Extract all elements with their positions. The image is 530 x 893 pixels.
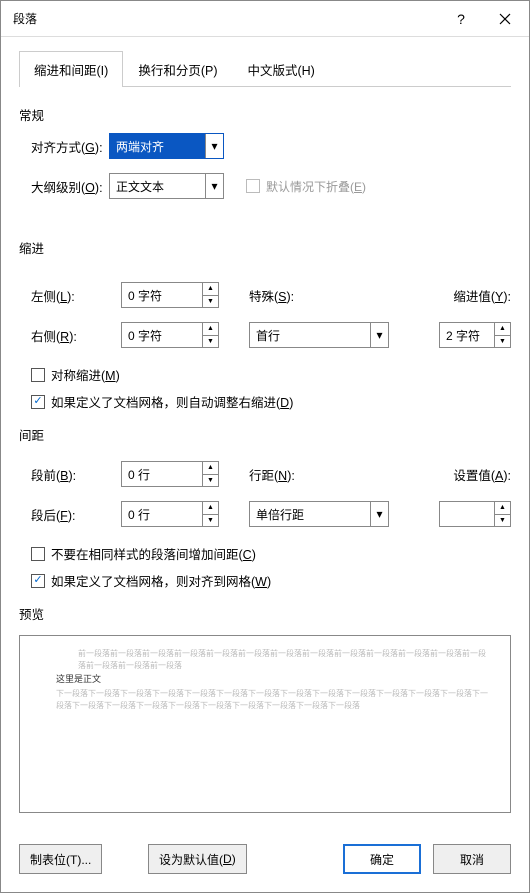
snap-grid-checkbox[interactable] xyxy=(31,574,45,588)
preview-body-text: 这里是正文 xyxy=(38,673,492,686)
spinner-buttons[interactable]: ▲▼ xyxy=(202,323,218,347)
spinner-buttons[interactable]: ▲▼ xyxy=(494,323,510,347)
paragraph-dialog: 段落 ? 缩进和间距(I) 换行和分页(P) 中文版式(H) 常规 对齐方式(G… xyxy=(0,0,530,893)
space-after-label: 段后(F): xyxy=(19,505,121,524)
section-spacing-label: 间距 xyxy=(19,425,511,444)
tab-indent-spacing[interactable]: 缩进和间距(I) xyxy=(19,51,123,87)
window-title: 段落 xyxy=(13,10,439,27)
outline-select[interactable]: 正文文本 ▾ xyxy=(109,173,224,199)
space-before-label: 段前(B): xyxy=(19,465,121,484)
ok-button[interactable]: 确定 xyxy=(343,844,421,874)
indent-by-spinner[interactable]: 2 字符 ▲▼ xyxy=(439,322,511,348)
auto-adjust-label: 如果定义了文档网格，则自动调整右缩进(D) xyxy=(51,392,293,411)
mirror-indent-checkbox[interactable] xyxy=(31,368,45,382)
tab-line-page[interactable]: 换行和分页(P) xyxy=(123,51,232,87)
no-space-same-style-checkbox[interactable] xyxy=(31,547,45,561)
close-icon xyxy=(499,13,511,25)
chevron-down-icon: ▾ xyxy=(205,134,223,158)
alignment-select[interactable]: 两端对齐 ▾ xyxy=(109,133,224,159)
indent-by-label: 缩进值(Y): xyxy=(453,286,511,305)
spinner-buttons[interactable]: ▲▼ xyxy=(202,502,218,526)
spinner-buttons[interactable]: ▲▼ xyxy=(202,462,218,486)
indent-left-label: 左侧(L): xyxy=(19,286,121,305)
section-preview-label: 预览 xyxy=(19,604,511,623)
mirror-indent-label: 对称缩进(M) xyxy=(51,365,120,384)
outline-label: 大纲级别(O): xyxy=(19,177,109,196)
section-indent-label: 缩进 xyxy=(19,238,511,257)
cancel-button[interactable]: 取消 xyxy=(433,844,511,874)
indent-left-spinner[interactable]: 0 字符 ▲▼ xyxy=(121,282,219,308)
spinner-buttons[interactable]: ▲▼ xyxy=(202,283,218,307)
collapse-checkbox xyxy=(246,179,260,193)
chevron-down-icon: ▾ xyxy=(205,174,223,198)
spinner-buttons[interactable]: ▲▼ xyxy=(494,502,510,526)
at-spinner[interactable]: ▲▼ xyxy=(439,501,511,527)
snap-grid-label: 如果定义了文档网格，则对齐到网格(W) xyxy=(51,571,271,590)
auto-adjust-checkbox[interactable] xyxy=(31,395,45,409)
no-space-same-style-label: 不要在相同样式的段落间增加间距(C) xyxy=(51,544,256,563)
section-general-label: 常规 xyxy=(19,105,511,124)
special-select[interactable]: 首行 ▾ xyxy=(249,322,389,348)
titlebar: 段落 ? xyxy=(1,1,529,37)
tab-asian[interactable]: 中文版式(H) xyxy=(232,51,329,87)
footer-buttons: 制表位(T)... 设为默认值(D) 确定 取消 xyxy=(1,832,529,892)
collapse-label: 默认情况下折叠(E) xyxy=(266,178,366,195)
space-after-spinner[interactable]: 0 行 ▲▼ xyxy=(121,501,219,527)
line-spacing-label: 行距(N): xyxy=(249,465,323,484)
chevron-down-icon: ▾ xyxy=(370,502,388,526)
set-default-button[interactable]: 设为默认值(D) xyxy=(148,844,247,874)
close-button[interactable] xyxy=(483,3,527,35)
help-button[interactable]: ? xyxy=(439,3,483,35)
alignment-label: 对齐方式(G): xyxy=(19,137,109,156)
at-label: 设置值(A): xyxy=(453,465,511,484)
space-before-spinner[interactable]: 0 行 ▲▼ xyxy=(121,461,219,487)
preview-box: 前一段落前一段落前一段落前一段落前一段落前一段落前一段落前一段落前一段落前一段落… xyxy=(19,635,511,813)
tab-bar: 缩进和间距(I) 换行和分页(P) 中文版式(H) xyxy=(19,51,511,87)
preview-next-text: 下一段落下一段落下一段落下一段落下一段落下一段落下一段落下一段落下一段落下一段落… xyxy=(38,688,492,711)
tabs-button[interactable]: 制表位(T)... xyxy=(19,844,102,874)
indent-right-spinner[interactable]: 0 字符 ▲▼ xyxy=(121,322,219,348)
indent-right-label: 右侧(R): xyxy=(19,326,121,345)
dialog-content: 缩进和间距(I) 换行和分页(P) 中文版式(H) 常规 对齐方式(G): 两端… xyxy=(1,37,529,832)
special-label: 特殊(S): xyxy=(249,286,323,305)
line-spacing-select[interactable]: 单倍行距 ▾ xyxy=(249,501,389,527)
preview-prev-text: 前一段落前一段落前一段落前一段落前一段落前一段落前一段落前一段落前一段落前一段落… xyxy=(38,648,492,671)
chevron-down-icon: ▾ xyxy=(370,323,388,347)
